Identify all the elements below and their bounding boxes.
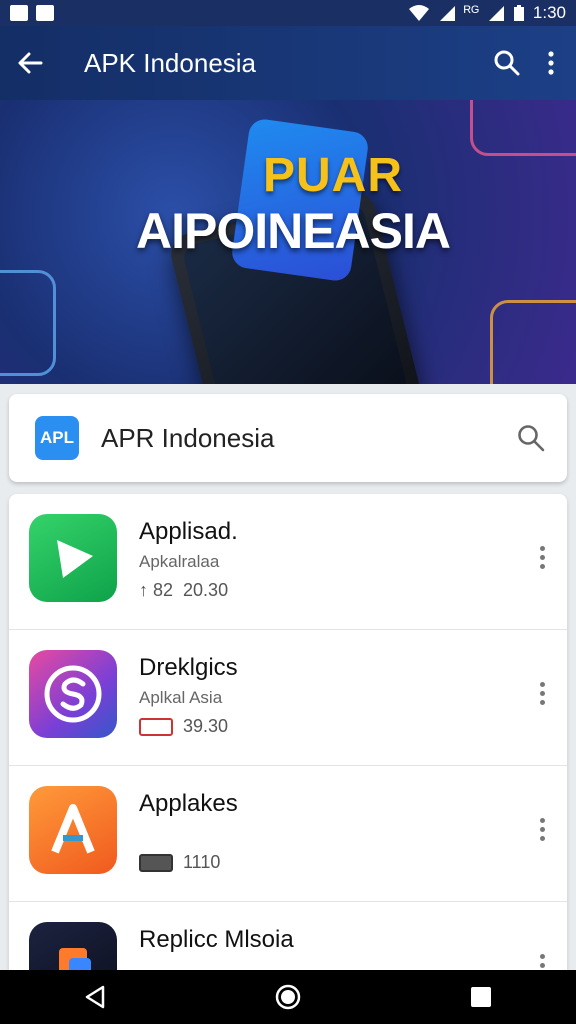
banner-decoration — [490, 300, 576, 384]
app-rating: ↑ 82 — [139, 580, 174, 600]
badge-icon — [139, 717, 173, 736]
app-icon — [29, 786, 117, 874]
more-vert-icon[interactable] — [540, 814, 545, 845]
wifi-icon — [408, 5, 429, 21]
battery-icon — [513, 5, 524, 21]
search-icon[interactable] — [494, 50, 520, 76]
app-list: Applisad. Apkalralaa ↑ 82 20.30 Dreklgic… — [9, 494, 567, 970]
app-icon — [29, 922, 117, 970]
search-input[interactable]: APR Indonesia — [101, 423, 517, 454]
app-logo-icon — [59, 948, 91, 970]
list-item[interactable]: Applakes 1110 — [9, 766, 567, 902]
app-title: Applisad. — [139, 518, 238, 545]
app-subtitle: Aplkal Asia — [139, 688, 223, 707]
app-meta: 1110 — [139, 852, 220, 873]
app-version: 39.30 — [183, 716, 229, 736]
app-title: Dreklgics — [139, 654, 238, 681]
nav-back-icon[interactable] — [83, 984, 107, 1010]
search-icon[interactable] — [517, 424, 545, 452]
signal-text: ᴿᴳ — [463, 4, 479, 21]
gallery-notification-icon — [10, 5, 28, 21]
cell-signal-2-icon — [488, 6, 504, 21]
app-meta: ↑ 82 20.30 — [139, 580, 228, 601]
back-button[interactable] — [0, 52, 60, 74]
app-bar: APK Indonesia — [0, 26, 576, 100]
more-vert-icon[interactable] — [540, 542, 545, 573]
banner-subheadline: AIPOINEASIA — [135, 203, 451, 259]
more-vert-icon[interactable] — [540, 950, 545, 970]
search-bar[interactable]: APL APR Indonesia — [9, 394, 567, 482]
banner-headline: PUAR — [262, 149, 403, 202]
banner-decoration — [0, 270, 56, 376]
app-version: 1110 — [183, 852, 221, 872]
nav-home-icon[interactable] — [274, 983, 302, 1011]
app-version: 20.30 — [183, 580, 229, 600]
app-title: Replicc Mlsoia — [139, 926, 294, 953]
list-item[interactable]: Replicc Mlsoia — [9, 902, 567, 970]
app-icon — [29, 650, 117, 738]
letter-a-icon — [51, 804, 95, 854]
app-title: Applakes — [139, 790, 238, 817]
cell-signal-icon — [439, 6, 455, 21]
play-arrow-icon — [57, 540, 93, 578]
system-nav-bar — [0, 970, 576, 1024]
app-meta: 39.30 — [139, 716, 228, 737]
arrow-left-icon — [18, 52, 43, 74]
app-subtitle: Apkalralaa — [139, 552, 220, 571]
nav-recents-icon[interactable] — [469, 985, 493, 1009]
apk-logo: APL — [35, 416, 79, 460]
list-item[interactable]: Dreklgics Aplkal Asia 39.30 — [9, 630, 567, 766]
promo-banner[interactable]: PUAR AIPOINEASIA — [0, 100, 576, 384]
more-vert-icon[interactable] — [548, 51, 554, 75]
more-vert-icon[interactable] — [540, 678, 545, 709]
shop-notification-icon — [36, 5, 54, 21]
app-icon — [29, 514, 117, 602]
page-title: APK Indonesia — [84, 47, 257, 78]
status-bar: ᴿᴳ 1:30 — [0, 0, 576, 26]
clock: 1:30 — [532, 3, 566, 22]
s-logo-icon — [44, 665, 102, 723]
badge-icon — [139, 853, 173, 872]
list-item[interactable]: Applisad. Apkalralaa ↑ 82 20.30 — [9, 494, 567, 630]
